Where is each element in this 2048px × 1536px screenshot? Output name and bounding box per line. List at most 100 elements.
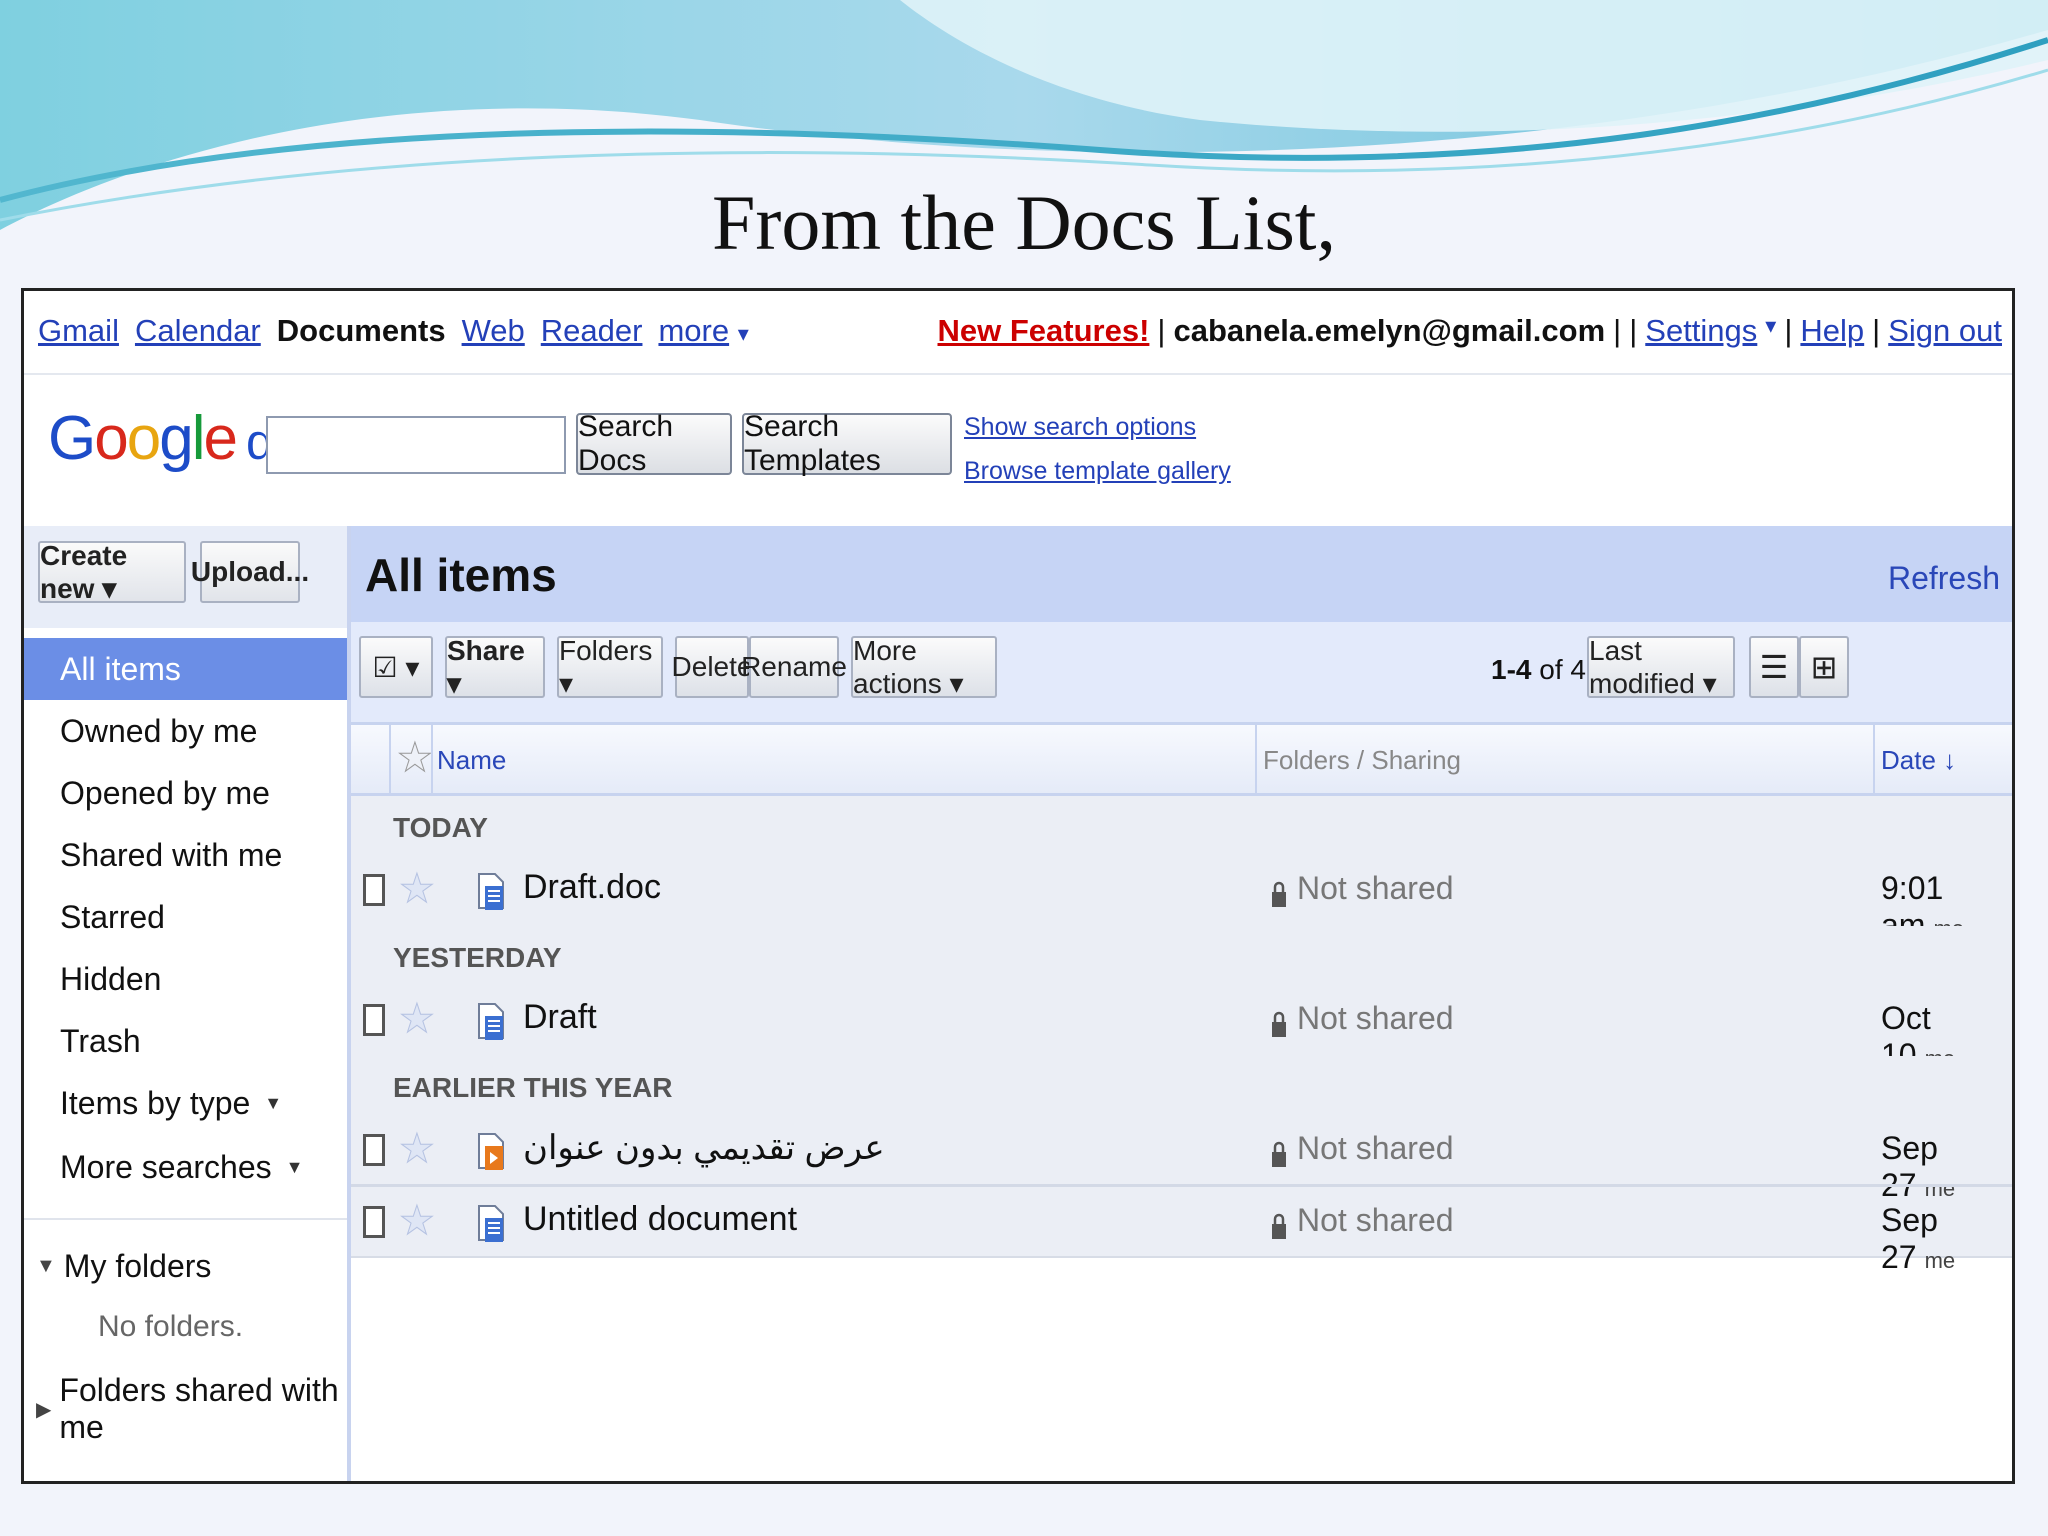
- help-link[interactable]: Help: [1800, 313, 1864, 349]
- sharing-status: Not shared: [1297, 1130, 1454, 1166]
- search-docs-button[interactable]: Search Docs: [576, 410, 732, 477]
- star-icon[interactable]: ★: [399, 866, 436, 912]
- folders-shared-toggle[interactable]: ▶ Folders shared with me: [36, 1372, 347, 1446]
- column-divider: [1255, 725, 1257, 793]
- chevron-down-icon: ▾: [737, 321, 749, 346]
- sidebar-item-label: Shared with me: [60, 836, 283, 873]
- document-icon: [478, 1003, 504, 1040]
- logo-letter: l: [191, 404, 206, 473]
- sidebar-item-label: All items: [60, 650, 181, 687]
- refresh-link[interactable]: Refresh: [1888, 560, 2000, 597]
- lock-icon: [1272, 881, 1286, 907]
- row-checkbox[interactable]: [363, 1134, 385, 1166]
- star-icon[interactable]: ★: [399, 1198, 436, 1244]
- presentation-icon: [478, 1133, 504, 1170]
- delete-button[interactable]: Delete: [672, 636, 752, 698]
- sidebar-item-label: Starred: [60, 898, 165, 935]
- no-folders-text: No folders.: [98, 1310, 244, 1343]
- triangle-down-icon: ▼: [36, 1255, 56, 1277]
- sidebar-item-opened-by-me[interactable]: Opened by me: [24, 762, 347, 824]
- table-row[interactable]: ★ Untitled document Not shared Sep 27 me: [351, 1188, 2012, 1275]
- web-link[interactable]: Web: [462, 313, 525, 349]
- document-icon: [478, 873, 504, 910]
- chevron-down-icon: ▼: [264, 1092, 283, 1113]
- lock-icon: [1272, 1213, 1286, 1239]
- name-column-header[interactable]: Name: [437, 745, 506, 776]
- column-divider: [431, 725, 433, 793]
- product-links: Gmail Calendar Documents Web Reader more…: [38, 313, 749, 349]
- list-view-icon[interactable]: ☰: [1749, 636, 1799, 698]
- table-row[interactable]: ★ Draft Not shared Oct 10me: [351, 986, 2012, 1073]
- search-input[interactable]: [266, 416, 566, 474]
- search-templates-button[interactable]: Search Templates: [742, 410, 952, 477]
- table-row[interactable]: ★ عرض تقديمي بدون عنوان Not shared Sep 2…: [351, 1116, 2012, 1203]
- new-features-link[interactable]: New Features!: [938, 313, 1150, 349]
- sidebar-item-hidden[interactable]: Hidden: [24, 948, 347, 1010]
- folders-button[interactable]: Folders ▾: [557, 635, 663, 699]
- star-icon[interactable]: ★: [399, 1126, 436, 1172]
- row-checkbox[interactable]: [363, 1004, 385, 1036]
- sidebar: Create new ▾ Upload... All items Owned b…: [24, 526, 351, 1481]
- page-title: All items: [365, 549, 557, 601]
- sidebar-divider: [24, 1218, 347, 1220]
- create-new-button[interactable]: Create new ▾: [38, 540, 186, 604]
- upload-button[interactable]: Upload...: [191, 541, 309, 603]
- more-link[interactable]: more: [658, 313, 729, 348]
- sharing-status: Not shared: [1297, 870, 1454, 906]
- column-header-row: ★ Name Folders / Sharing Date ↓: [351, 725, 2012, 796]
- my-folders-toggle[interactable]: ▼ My folders: [36, 1248, 211, 1285]
- sharing-status: Not shared: [1297, 1000, 1454, 1036]
- star-icon[interactable]: ★: [399, 996, 436, 1042]
- sidebar-item-more-searches[interactable]: More searches ▼: [24, 1136, 347, 1198]
- file-name[interactable]: Untitled document: [523, 1200, 797, 1239]
- separator: |: [1157, 313, 1166, 348]
- settings-link[interactable]: Settings: [1645, 313, 1757, 349]
- file-name[interactable]: Draft: [523, 998, 597, 1037]
- chevron-down-icon: ▼: [285, 1156, 304, 1177]
- modified-by: me: [1924, 1248, 1956, 1273]
- row-checkbox[interactable]: [363, 874, 385, 906]
- show-search-options-link[interactable]: Show search options: [964, 413, 1196, 442]
- account-email: cabanela.emelyn@gmail.com: [1173, 313, 1606, 348]
- browse-template-gallery-link[interactable]: Browse template gallery: [964, 457, 1231, 486]
- sidebar-item-items-by-type[interactable]: Items by type ▼: [24, 1072, 347, 1134]
- google-docs-screenshot: Gmail Calendar Documents Web Reader more…: [21, 288, 2015, 1484]
- rename-button[interactable]: Rename: [741, 636, 847, 698]
- main-panel: All items Refresh ☑ ▾ Share ▾ Folders ▾ …: [351, 526, 2012, 1481]
- sign-out-link[interactable]: Sign out: [1888, 313, 2002, 349]
- table-row[interactable]: ★ Draft.doc Not shared 9:01 amme: [351, 856, 2012, 943]
- sidebar-item-trash[interactable]: Trash: [24, 1010, 347, 1072]
- column-divider: [389, 725, 391, 793]
- triangle-right-icon: ▶: [36, 1398, 52, 1421]
- sharing-status: Not shared: [1297, 1202, 1454, 1238]
- sidebar-item-all-items[interactable]: All items: [24, 638, 347, 700]
- sort-dropdown-button[interactable]: Last modified ▾: [1587, 635, 1735, 699]
- sidebar-item-label: Hidden: [60, 960, 162, 997]
- share-button[interactable]: Share ▾: [445, 635, 545, 699]
- select-dropdown-button[interactable]: ☑ ▾: [359, 636, 433, 698]
- reader-link[interactable]: Reader: [541, 313, 643, 349]
- file-name[interactable]: Draft.doc: [523, 868, 661, 907]
- more-actions-button[interactable]: More actions ▾: [851, 635, 997, 699]
- sidebar-item-shared-with-me[interactable]: Shared with me: [24, 824, 347, 886]
- sidebar-item-label: Items by type: [60, 1084, 251, 1121]
- star-column-icon[interactable]: ★: [397, 735, 434, 781]
- date-column-header[interactable]: Date ↓: [1881, 745, 1956, 776]
- row-checkbox[interactable]: [363, 1206, 385, 1238]
- sidebar-actions: Create new ▾ Upload...: [24, 526, 347, 628]
- main-header: All items Refresh: [351, 526, 2012, 622]
- file-name[interactable]: عرض تقديمي بدون عنوان: [523, 1128, 885, 1168]
- gmail-link[interactable]: Gmail: [38, 313, 119, 349]
- logo-letter: g: [159, 404, 194, 473]
- grid-view-icon[interactable]: ⊞: [1799, 636, 1849, 698]
- group-label: TODAY: [393, 812, 488, 843]
- calendar-link[interactable]: Calendar: [135, 313, 261, 349]
- sidebar-item-label: Trash: [60, 1022, 141, 1059]
- separator: |: [1784, 313, 1793, 348]
- more-menu[interactable]: more ▾: [658, 313, 748, 349]
- group-yesterday: YESTERDAY ★ Draft Not shared Oct 10me: [351, 926, 2012, 1073]
- separator: |: [1629, 313, 1638, 348]
- item-count: 1-4 of 4: [1491, 654, 1586, 686]
- sidebar-item-starred[interactable]: Starred: [24, 886, 347, 948]
- sidebar-item-owned-by-me[interactable]: Owned by me: [24, 700, 347, 762]
